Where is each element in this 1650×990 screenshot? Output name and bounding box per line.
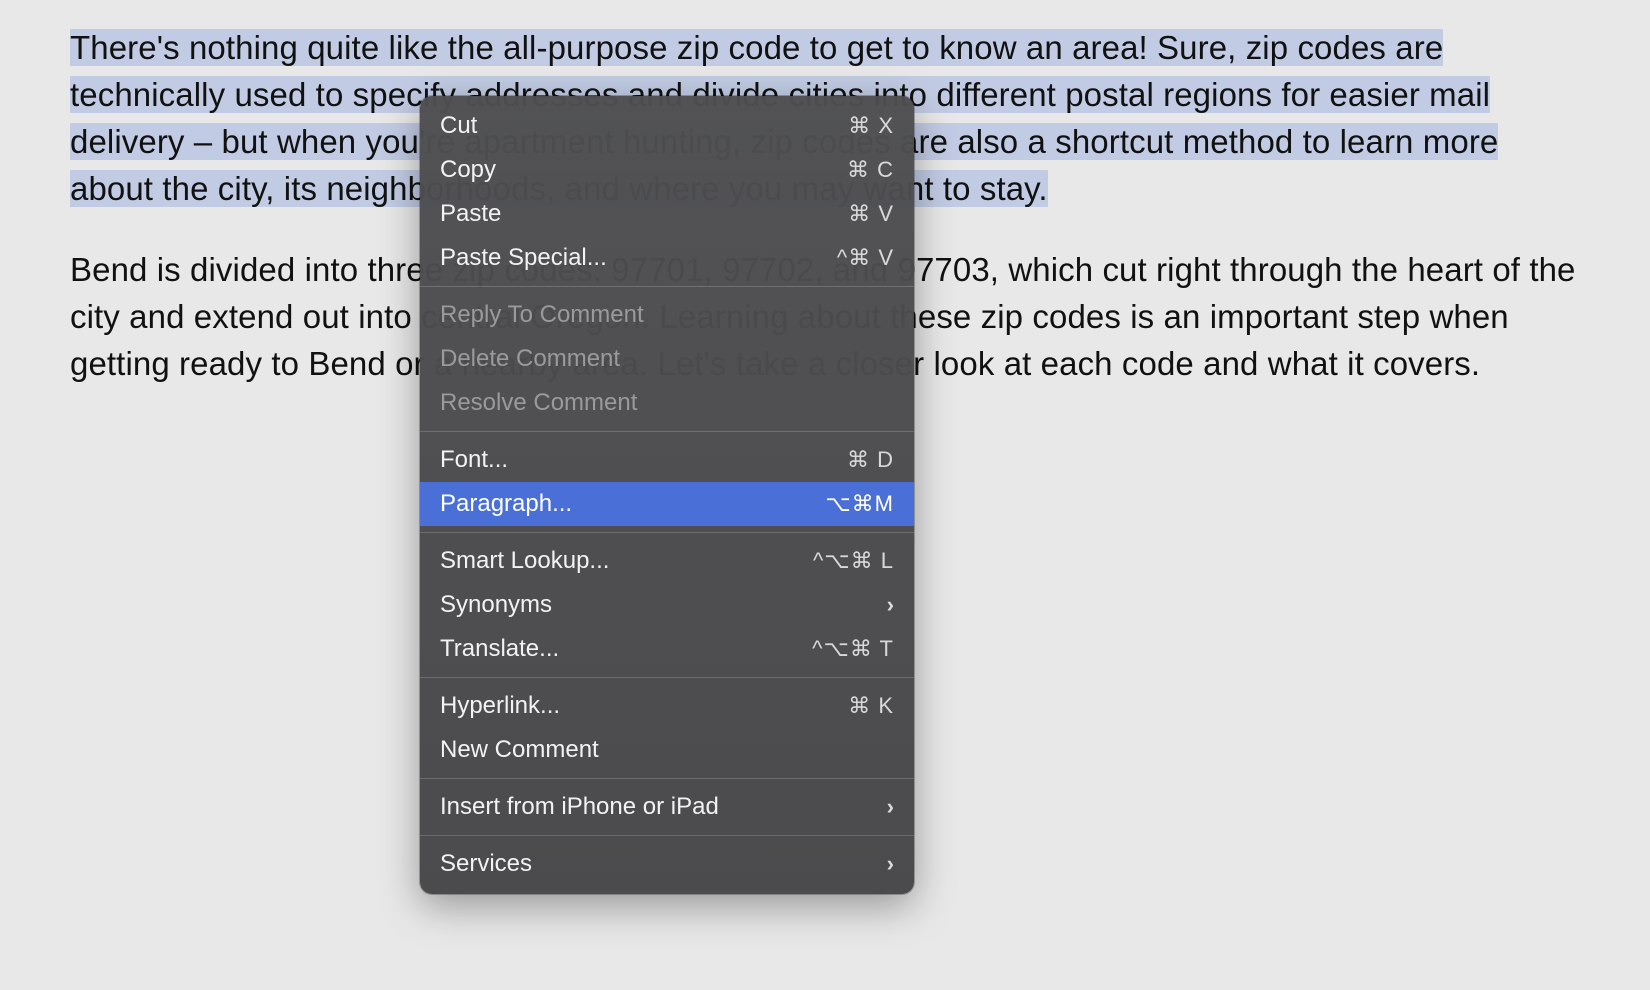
menu-shortcut: ⌘ C <box>847 157 894 183</box>
menu-shortcut: ⌥⌘M <box>825 491 894 517</box>
menu-item-translate[interactable]: Translate... ^⌥⌘ T <box>420 627 914 671</box>
menu-separator <box>420 835 914 836</box>
menu-label: Delete Comment <box>440 345 620 373</box>
menu-shortcut: ⌘ V <box>848 201 894 227</box>
menu-item-insert-from-device[interactable]: Insert from iPhone or iPad › <box>420 785 914 829</box>
menu-separator <box>420 286 914 287</box>
document-area: There's nothing quite like the all-purpo… <box>0 0 1650 445</box>
menu-item-font[interactable]: Font... ⌘ D <box>420 438 914 482</box>
menu-separator <box>420 431 914 432</box>
menu-item-new-comment[interactable]: New Comment <box>420 728 914 772</box>
menu-label: Cut <box>440 112 477 140</box>
menu-label: Font... <box>440 446 508 474</box>
menu-shortcut: ^⌥⌘ L <box>813 548 894 574</box>
menu-label: Synonyms <box>440 591 552 619</box>
menu-item-services[interactable]: Services › <box>420 842 914 886</box>
menu-separator <box>420 532 914 533</box>
menu-label: New Comment <box>440 736 599 764</box>
menu-item-copy[interactable]: Copy ⌘ C <box>420 148 914 192</box>
menu-separator <box>420 677 914 678</box>
menu-item-hyperlink[interactable]: Hyperlink... ⌘ K <box>420 684 914 728</box>
menu-separator <box>420 778 914 779</box>
menu-shortcut: ^⌥⌘ T <box>812 636 894 662</box>
menu-item-reply-comment: Reply To Comment <box>420 293 914 337</box>
menu-shortcut: ⌘ X <box>848 113 894 139</box>
menu-item-delete-comment: Delete Comment <box>420 337 914 381</box>
menu-item-smart-lookup[interactable]: Smart Lookup... ^⌥⌘ L <box>420 539 914 583</box>
chevron-right-icon: › <box>887 794 894 820</box>
menu-item-paste[interactable]: Paste ⌘ V <box>420 192 914 236</box>
menu-label: Paste Special... <box>440 244 607 272</box>
menu-label: Paragraph... <box>440 490 572 518</box>
menu-label: Resolve Comment <box>440 389 637 417</box>
menu-shortcut: ⌘ D <box>847 447 894 473</box>
menu-item-cut[interactable]: Cut ⌘ X <box>420 104 914 148</box>
menu-shortcut: ^⌘ V <box>837 245 894 271</box>
menu-label: Translate... <box>440 635 559 663</box>
menu-label: Services <box>440 850 532 878</box>
menu-label: Reply To Comment <box>440 301 644 329</box>
menu-label: Smart Lookup... <box>440 547 609 575</box>
menu-item-resolve-comment: Resolve Comment <box>420 381 914 425</box>
menu-item-synonyms[interactable]: Synonyms › <box>420 583 914 627</box>
menu-item-paragraph[interactable]: Paragraph... ⌥⌘M <box>420 482 914 526</box>
menu-shortcut: ⌘ K <box>848 693 894 719</box>
menu-label: Copy <box>440 156 496 184</box>
chevron-right-icon: › <box>887 851 894 877</box>
menu-item-paste-special[interactable]: Paste Special... ^⌘ V <box>420 236 914 280</box>
chevron-right-icon: › <box>887 592 894 618</box>
menu-label: Insert from iPhone or iPad <box>440 793 719 821</box>
context-menu[interactable]: Cut ⌘ X Copy ⌘ C Paste ⌘ V Paste Special… <box>420 96 914 894</box>
menu-label: Hyperlink... <box>440 692 560 720</box>
menu-label: Paste <box>440 200 501 228</box>
